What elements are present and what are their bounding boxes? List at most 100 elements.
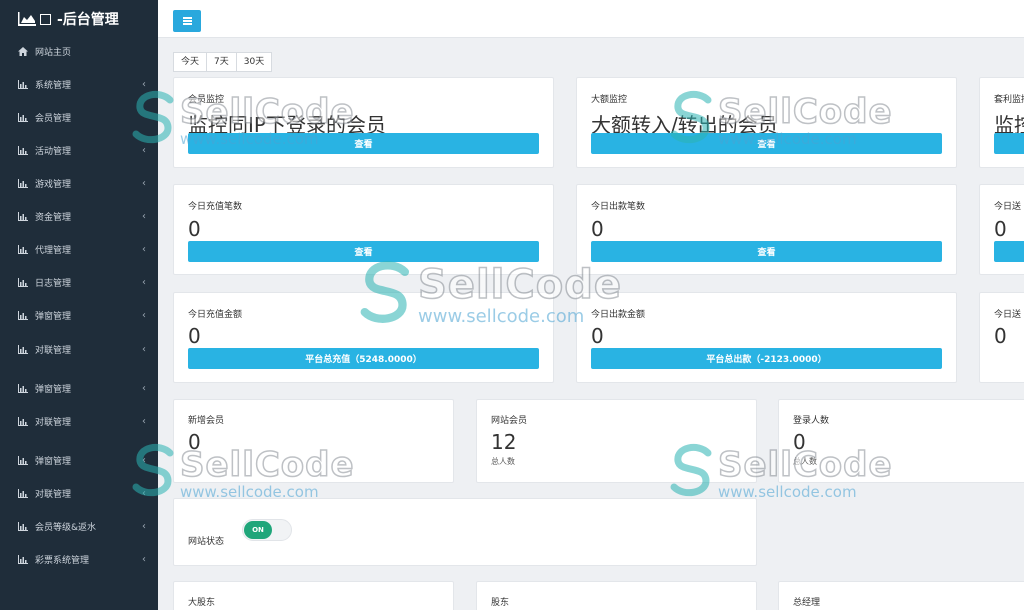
sidebar-item-label: 弹窗管理 — [35, 384, 72, 395]
chevron-left-icon: ‹ — [142, 343, 146, 355]
sidebar-item[interactable]: 日志管理 ‹ — [0, 272, 158, 292]
card-label: 今日充值笔数 — [188, 202, 243, 212]
bar-chart-icon — [18, 277, 28, 287]
sidebar-item[interactable]: 资金管理 ‹ — [0, 206, 158, 226]
sidebar-item[interactable]: 活动管理 ‹ — [0, 140, 158, 160]
chevron-left-icon: ‹ — [142, 454, 146, 466]
range-today-button[interactable]: 今天 — [173, 52, 208, 72]
total-deposit-button[interactable]: 平台总充值（5248.0000） — [188, 348, 539, 369]
sidebar-item-label: 活动管理 — [35, 146, 72, 157]
general-manager-card: 总经理 — [778, 581, 1024, 610]
bonus-amount-card: 今日送 0 — [979, 292, 1024, 383]
card-value: 12 — [491, 430, 517, 454]
sidebar-item-label: 对联管理 — [35, 489, 72, 500]
card-value: 0 — [591, 324, 604, 348]
view-button[interactable]: 查看 — [591, 133, 942, 154]
menu-toggle-button[interactable] — [173, 10, 201, 32]
brand[interactable]: -后台管理 — [0, 0, 158, 38]
site-status-toggle[interactable]: ON — [242, 519, 292, 541]
chevron-left-icon: ‹ — [142, 276, 146, 288]
bar-chart-icon — [18, 455, 28, 465]
sidebar-item[interactable]: 系统管理 ‹ — [0, 74, 158, 94]
sidebar-item[interactable]: 网站主页 — [0, 41, 158, 61]
bonus-count-card: 今日送 0 — [979, 184, 1024, 275]
site-members-card: 网站会员 12 总人数 — [476, 399, 757, 483]
sidebar-item[interactable]: 游戏管理 ‹ — [0, 173, 158, 193]
sidebar-item-label: 对联管理 — [35, 345, 72, 356]
bar-chart-icon — [18, 488, 28, 498]
deposit-amount-card: 今日充值金额 0 平台总充值（5248.0000） — [173, 292, 554, 383]
range-30d-button[interactable]: 30天 — [235, 52, 273, 72]
card-label: 今日出款笔数 — [591, 202, 646, 212]
chevron-left-icon: ‹ — [142, 382, 146, 394]
chevron-left-icon: ‹ — [142, 177, 146, 189]
site-status-card: 网站状态 ON — [173, 498, 757, 566]
arbitrage-monitor-card: 套利监控 监控 — [979, 77, 1024, 168]
large-monitor-card: 大额监控 大额转入/转出的会员 查看 — [576, 77, 957, 168]
chevron-left-icon: ‹ — [142, 553, 146, 565]
card-label: 登录人数 — [793, 416, 830, 426]
card-label: 总经理 — [793, 598, 821, 608]
member-monitor-card: 会员监控 监控同IP下登录的会员 查看 — [173, 77, 554, 168]
view-button[interactable]: 查看 — [188, 133, 539, 154]
range-7d-button[interactable]: 7天 — [206, 52, 237, 72]
sidebar-item[interactable]: 弹窗管理 ‹ — [0, 450, 158, 470]
sidebar-item-label: 日志管理 — [35, 278, 72, 289]
sidebar-item[interactable]: 对联管理 ‹ — [0, 411, 158, 431]
card-value: 0 — [793, 430, 806, 454]
home-icon — [18, 46, 28, 56]
new-members-card: 新增会员 0 — [173, 399, 454, 483]
sidebar: -后台管理 网站主页 系统管理 ‹ 会员管理 活动管理 ‹ 游戏管理 ‹ 资金管理 ‹ 代理管理 ‹ 日… — [0, 0, 158, 610]
brand-title: -后台管理 — [57, 12, 119, 28]
card-subtext: 总人数 — [491, 457, 515, 466]
view-button[interactable]: 查看 — [591, 241, 942, 262]
sidebar-item[interactable]: 彩票系统管理 ‹ — [0, 549, 158, 569]
bar-chart-icon — [18, 344, 28, 354]
sidebar-item[interactable]: 弹窗管理 ‹ — [0, 378, 158, 398]
bar-chart-icon — [18, 79, 28, 89]
sidebar-item-label: 网站主页 — [35, 47, 72, 58]
view-button[interactable] — [994, 133, 1024, 154]
deposit-count-card: 今日充值笔数 0 查看 — [173, 184, 554, 275]
chevron-left-icon: ‹ — [142, 210, 146, 222]
card-label: 套利监控 — [994, 95, 1024, 105]
card-value: 0 — [591, 217, 604, 241]
card-value: 0 — [188, 217, 201, 241]
bar-chart-icon — [18, 521, 28, 531]
chevron-left-icon: ‹ — [142, 243, 146, 255]
card-label: 新增会员 — [188, 416, 225, 426]
major-shareholder-card: 大股东 — [173, 581, 454, 610]
card-value: 0 — [188, 324, 201, 348]
area-chart-icon — [18, 12, 36, 26]
bar-chart-icon — [18, 554, 28, 564]
sidebar-item-label: 代理管理 — [35, 245, 72, 256]
sidebar-item[interactable]: 会员管理 — [0, 107, 158, 127]
bar-chart-icon — [18, 112, 28, 122]
date-range-group: 今天 7天 30天 — [173, 52, 273, 72]
card-label: 股东 — [491, 598, 510, 608]
sidebar-item-label: 弹窗管理 — [35, 311, 72, 322]
sidebar-item-label: 会员等级&返水 — [35, 522, 97, 533]
shareholder-card: 股东 — [476, 581, 757, 610]
view-button[interactable]: 查看 — [188, 241, 539, 262]
chevron-left-icon: ‹ — [142, 415, 146, 427]
card-label: 今日充值金额 — [188, 310, 243, 320]
hamburger-icon — [182, 20, 192, 22]
bar-chart-icon — [18, 211, 28, 221]
sidebar-item[interactable]: 代理管理 ‹ — [0, 239, 158, 259]
sidebar-item[interactable]: 对联管理 ‹ — [0, 483, 158, 503]
sidebar-item[interactable]: 会员等级&返水 ‹ — [0, 516, 158, 536]
bar-chart-icon — [18, 416, 28, 426]
chevron-left-icon: ‹ — [142, 487, 146, 499]
card-label: 大额监控 — [591, 95, 628, 105]
chevron-left-icon: ‹ — [142, 520, 146, 532]
card-subtext: 总人数 — [793, 457, 817, 466]
sidebar-item-label: 对联管理 — [35, 417, 72, 428]
card-value: 0 — [994, 324, 1007, 348]
view-button[interactable] — [994, 241, 1024, 262]
sidebar-item-label: 会员管理 — [35, 113, 72, 124]
sidebar-item[interactable]: 弹窗管理 ‹ — [0, 305, 158, 325]
chevron-left-icon: ‹ — [142, 78, 146, 90]
sidebar-item[interactable]: 对联管理 ‹ — [0, 339, 158, 359]
total-withdraw-button[interactable]: 平台总出款（-2123.0000） — [591, 348, 942, 369]
